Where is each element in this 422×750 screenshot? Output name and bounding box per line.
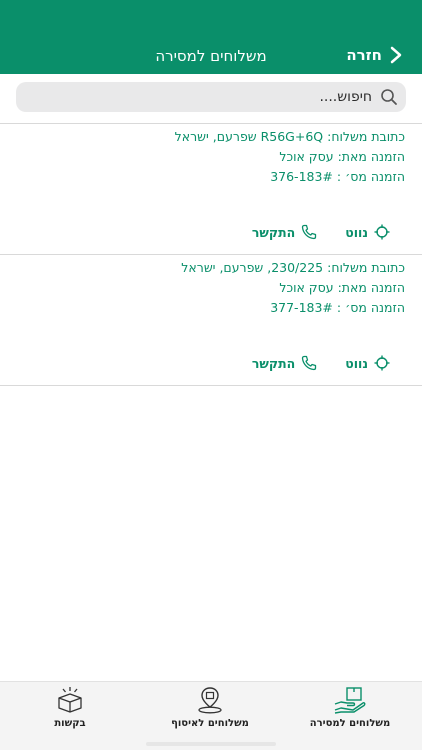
delivery-order-number: הזמנה מס׳ : 376-183# xyxy=(270,169,405,184)
navigate-button[interactable]: נווט xyxy=(345,224,390,240)
map-pin-icon xyxy=(198,687,222,714)
home-indicator xyxy=(146,742,276,746)
chevron-right-icon xyxy=(390,46,402,64)
call-label: התקשר xyxy=(251,355,296,371)
phone-icon xyxy=(302,224,317,240)
hand-box-icon xyxy=(334,687,366,714)
crosshair-icon xyxy=(374,224,390,240)
phone-icon xyxy=(302,355,317,371)
delivery-address: כתובת משלוח: R56G+6Q שפרעם, ישראל xyxy=(174,129,405,144)
back-label: חזרה xyxy=(346,46,382,64)
header: משלוחים למסירה חזרה xyxy=(0,0,422,74)
tab-bar: משלוחים למסירה משלוחים לאיסוף בקשות xyxy=(0,681,422,750)
navigate-button[interactable]: נווט xyxy=(345,355,390,371)
call-label: התקשר xyxy=(251,224,296,240)
delivery-order-number: הזמנה מס׳ : 377-183# xyxy=(270,300,405,315)
call-button[interactable]: התקשר xyxy=(252,355,317,371)
tab-requests[interactable]: בקשות xyxy=(10,686,130,729)
back-button[interactable]: חזרה xyxy=(346,44,402,66)
delivery-from: הזמנה מאת: עסק אוכל xyxy=(279,280,405,295)
tab-label: משלוחים למסירה xyxy=(309,718,391,729)
delivery-list: כתובת משלוח: R56G+6Q שפרעם, ישראל הזמנה … xyxy=(0,123,422,386)
tab-label: בקשות xyxy=(54,718,86,729)
delivery-card[interactable]: כתובת משלוח: R56G+6Q שפרעם, ישראל הזמנה … xyxy=(0,123,422,254)
open-box-icon xyxy=(58,687,82,713)
tab-deliveries-to-hand[interactable]: משלוחים למסירה xyxy=(290,686,410,729)
delivery-card[interactable]: כתובת משלוח: 230/225, שפרעם, ישראל הזמנה… xyxy=(0,254,422,386)
call-button[interactable]: התקשר xyxy=(252,224,317,240)
delivery-from: הזמנה מאת: עסק אוכל xyxy=(279,149,405,164)
search-bar xyxy=(16,82,406,112)
search-input[interactable] xyxy=(30,88,374,106)
navigate-label: נווט xyxy=(345,355,368,371)
tab-label: משלוחים לאיסוף xyxy=(171,718,249,729)
search-icon xyxy=(381,89,397,105)
delivery-address: כתובת משלוח: 230/225, שפרעם, ישראל xyxy=(181,260,405,275)
navigate-label: נווט xyxy=(345,224,368,240)
tab-deliveries-to-pickup[interactable]: משלוחים לאיסוף xyxy=(150,686,270,729)
crosshair-icon xyxy=(374,355,390,371)
